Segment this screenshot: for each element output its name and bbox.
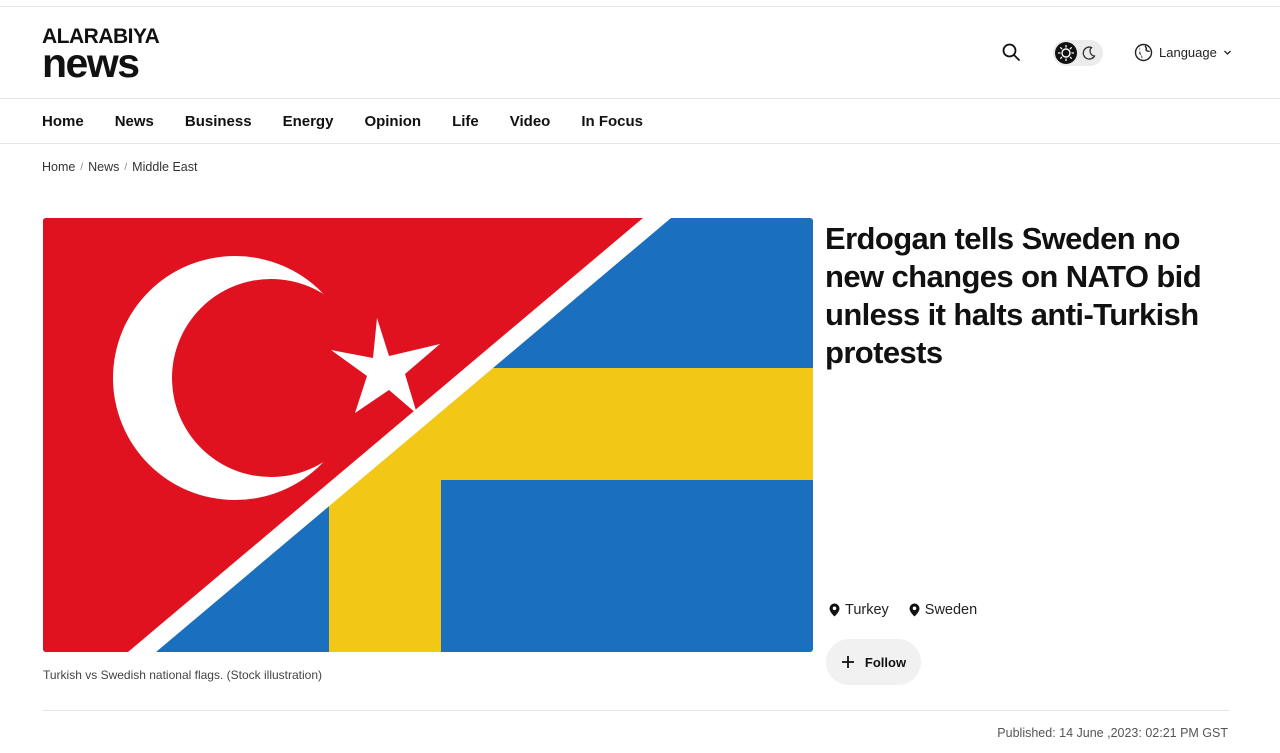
plus-icon <box>841 656 854 668</box>
article-tags: Turkey Sweden <box>829 602 977 618</box>
site-header: ALARABIYA news Language <box>0 7 1280 99</box>
tag-label: Sweden <box>924 602 978 618</box>
tag-sweden[interactable]: Sweden <box>909 602 977 618</box>
theme-toggle[interactable] <box>1053 40 1103 66</box>
nav-item-in-focus[interactable]: In Focus <box>581 113 643 130</box>
published-text: Published: 14 June ,2023: 02:21 PM GST <box>997 726 1228 740</box>
sun-icon <box>1055 42 1077 64</box>
article-headline: Erdogan tells Sweden no new changes on N… <box>825 221 1202 370</box>
image-caption: Turkish vs Swedish national flags. (Stoc… <box>43 668 322 682</box>
moon-icon <box>1081 45 1097 61</box>
tag-label: Turkey <box>845 602 889 618</box>
nav-item-home[interactable]: Home <box>42 113 84 130</box>
breadcrumb-home[interactable]: Home <box>42 160 75 174</box>
published-date: Published: 14 June ,2023: 02:21 PM GST <box>997 726 1228 740</box>
location-pin-icon <box>909 603 920 617</box>
breadcrumb: Home / News / Middle East <box>42 160 197 174</box>
site-logo[interactable]: ALARABIYA news <box>42 26 162 84</box>
search-button[interactable] <box>1000 41 1022 63</box>
nav-item-business[interactable]: Business <box>185 113 252 130</box>
main-nav: Home News Business Energy Opinion Life V… <box>0 99 1280 144</box>
nav-item-video[interactable]: Video <box>510 113 551 130</box>
tag-turkey[interactable]: Turkey <box>829 602 889 618</box>
article-hero-image <box>43 218 813 652</box>
logo-bottom-text: news <box>42 40 140 86</box>
top-strip <box>0 0 1280 7</box>
language-selector[interactable]: Language <box>1134 41 1232 63</box>
language-label: Language <box>1159 44 1217 60</box>
nav-item-news[interactable]: News <box>115 113 154 130</box>
follow-label: Follow <box>864 654 907 670</box>
location-pin-icon <box>829 603 840 617</box>
breadcrumb-separator: / <box>124 161 128 173</box>
nav-item-opinion[interactable]: Opinion <box>364 113 421 130</box>
nav-item-life[interactable]: Life <box>452 113 479 130</box>
breadcrumb-separator: / <box>80 161 84 173</box>
chevron-down-icon <box>1223 50 1231 55</box>
section-divider <box>43 710 1229 711</box>
follow-button[interactable]: Follow <box>826 639 921 685</box>
breadcrumb-news[interactable]: News <box>88 160 119 174</box>
nav-item-energy[interactable]: Energy <box>283 113 334 130</box>
search-icon <box>1002 43 1020 61</box>
breadcrumb-middle-east[interactable]: Middle East <box>132 160 197 174</box>
globe-icon <box>1134 43 1153 61</box>
crescent-inner <box>172 279 370 477</box>
